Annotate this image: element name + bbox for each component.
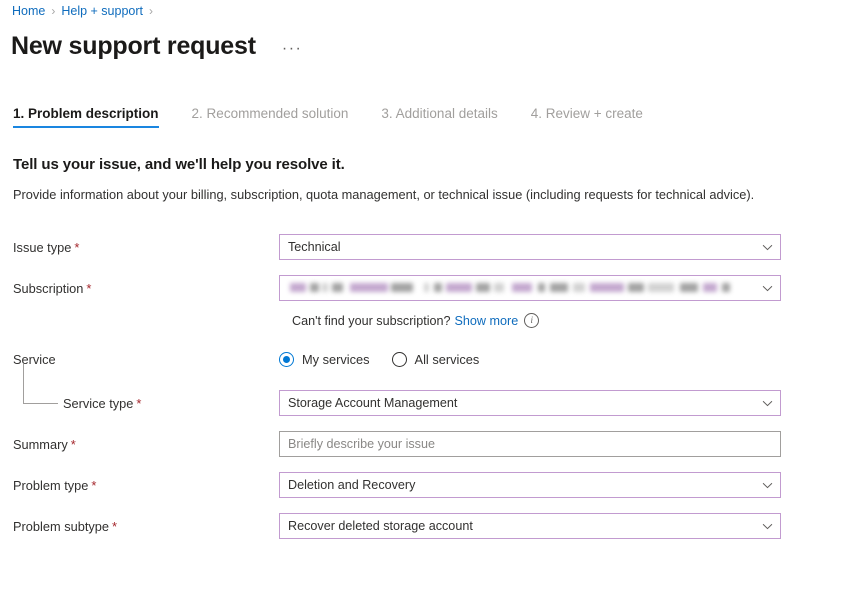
chevron-down-icon	[761, 397, 774, 410]
problem-subtype-label-text: Problem subtype	[13, 519, 109, 534]
tab-problem-description[interactable]: 1. Problem description	[13, 106, 159, 128]
chevron-down-icon	[761, 520, 774, 533]
service-radio-group: My services All services	[279, 352, 781, 367]
wizard-tabs: 1. Problem description 2. Recommended so…	[0, 106, 866, 138]
problem-subtype-dropdown[interactable]: Recover deleted storage account	[279, 513, 781, 539]
intro-body: Provide information about your billing, …	[13, 186, 758, 204]
page-header: New support request ···	[0, 30, 866, 62]
radio-selected-icon	[279, 352, 294, 367]
tab-review-create[interactable]: 4. Review + create	[531, 106, 643, 128]
subscription-label: Subscription *	[13, 281, 279, 296]
chevron-down-icon	[761, 479, 774, 492]
summary-placeholder: Briefly describe your issue	[288, 437, 435, 451]
radio-my-services[interactable]: My services	[279, 352, 370, 367]
subscription-helper: Can't find your subscription? Show more …	[13, 313, 866, 328]
service-type-label-text: Service type	[63, 396, 133, 411]
service-type-value: Storage Account Management	[288, 396, 755, 410]
breadcrumb-chevron-icon: ›	[149, 5, 153, 17]
field-issue-type: Issue type * Technical	[13, 234, 866, 260]
info-icon[interactable]: i	[524, 313, 539, 328]
problem-subtype-value: Recover deleted storage account	[288, 519, 755, 533]
tab-recommended-solution[interactable]: 2. Recommended solution	[192, 106, 349, 128]
problem-subtype-label: Problem subtype *	[13, 519, 279, 534]
more-options-icon[interactable]: ···	[278, 42, 306, 56]
summary-label-text: Summary	[13, 437, 68, 452]
breadcrumb: Home › Help + support ›	[0, 0, 866, 20]
support-request-form: Issue type * Technical Subscription *	[0, 234, 866, 539]
field-problem-type: Problem type * Deletion and Recovery	[13, 472, 866, 498]
issue-type-label: Issue type *	[13, 240, 279, 255]
field-problem-subtype: Problem subtype * Recover deleted storag…	[13, 513, 866, 539]
required-asterisk: *	[71, 438, 76, 451]
issue-type-label-text: Issue type	[13, 240, 71, 255]
service-type-label: Service type *	[13, 396, 279, 411]
breadcrumb-item-home[interactable]: Home	[12, 4, 45, 18]
chevron-down-icon	[761, 241, 774, 254]
subscription-helper-text: Can't find your subscription?	[292, 314, 451, 328]
required-asterisk: *	[112, 520, 117, 533]
problem-type-label: Problem type *	[13, 478, 279, 493]
radio-my-services-label: My services	[302, 352, 370, 367]
problem-type-label-text: Problem type	[13, 478, 88, 493]
radio-all-services-label: All services	[415, 352, 480, 367]
radio-unselected-icon	[392, 352, 407, 367]
field-summary: Summary * Briefly describe your issue	[13, 431, 866, 457]
field-subscription: Subscription *	[13, 275, 866, 301]
service-label: Service	[13, 352, 279, 367]
field-service: Service My services All services	[13, 346, 866, 372]
tab-additional-details[interactable]: 3. Additional details	[381, 106, 497, 128]
show-more-link[interactable]: Show more	[455, 314, 519, 328]
subscription-dropdown[interactable]	[279, 275, 781, 301]
radio-all-services[interactable]: All services	[392, 352, 480, 367]
intro-heading: Tell us your issue, and we'll help you r…	[13, 156, 866, 173]
problem-type-dropdown[interactable]: Deletion and Recovery	[279, 472, 781, 498]
summary-input[interactable]: Briefly describe your issue	[279, 431, 781, 457]
issue-type-dropdown[interactable]: Technical	[279, 234, 781, 260]
field-service-type: Service type * Storage Account Managemen…	[13, 390, 866, 416]
problem-type-value: Deletion and Recovery	[288, 478, 755, 492]
chevron-down-icon	[761, 282, 774, 295]
subscription-label-text: Subscription	[13, 281, 83, 296]
service-type-dropdown[interactable]: Storage Account Management	[279, 390, 781, 416]
breadcrumb-item-help-support[interactable]: Help + support	[61, 4, 143, 18]
required-asterisk: *	[136, 397, 141, 410]
required-asterisk: *	[74, 241, 79, 254]
breadcrumb-chevron-icon: ›	[51, 5, 55, 17]
page-title: New support request	[11, 31, 256, 61]
subscription-value-redacted	[288, 281, 755, 295]
service-label-text: Service	[13, 352, 56, 367]
issue-type-value: Technical	[288, 240, 755, 254]
required-asterisk: *	[91, 479, 96, 492]
summary-label: Summary *	[13, 437, 279, 452]
required-asterisk: *	[86, 282, 91, 295]
intro-section: Tell us your issue, and we'll help you r…	[0, 156, 866, 204]
